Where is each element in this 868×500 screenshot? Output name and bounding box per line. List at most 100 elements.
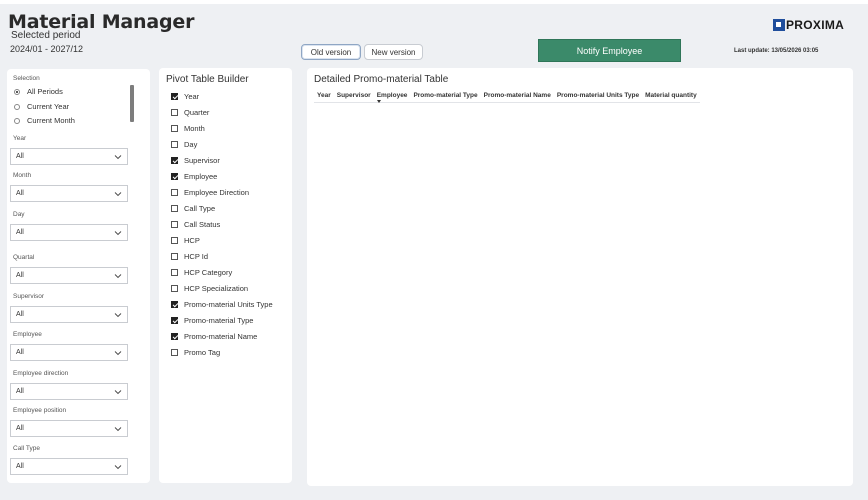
pivot-field-checkbox[interactable]: HCP Id <box>171 252 208 261</box>
old-version-button[interactable]: Old version <box>301 44 361 60</box>
checkbox-icon <box>171 125 178 132</box>
checkbox-icon <box>171 285 178 292</box>
column-header-label: Employee <box>376 92 408 99</box>
checkbox-checked-icon <box>171 93 178 100</box>
filter-label-quartal: Quartal <box>13 254 35 261</box>
pivot-field-checkbox[interactable]: Employee Direction <box>171 188 249 197</box>
radio-all-periods[interactable]: All Periods <box>14 87 63 96</box>
pivot-field-label: Quarter <box>184 108 210 117</box>
filter-label-employee-position: Employee position <box>13 407 67 414</box>
chevron-down-icon <box>114 313 122 318</box>
new-version-button[interactable]: New version <box>364 44 423 60</box>
filter-label-year: Year <box>13 135 27 142</box>
chevron-down-icon <box>114 155 122 160</box>
pivot-field-label: Employee <box>184 172 218 181</box>
radio-current-year[interactable]: Current Year <box>14 102 69 111</box>
checkbox-checked-icon <box>171 301 178 308</box>
filter-label-supervisor: Supervisor <box>13 293 45 300</box>
chevron-down-icon <box>114 390 122 395</box>
checkbox-icon <box>171 237 178 244</box>
column-header[interactable]: Promo-material Name <box>481 92 554 99</box>
pivot-field-checkbox[interactable]: Call Type <box>171 204 215 213</box>
pivot-field-label: Promo-material Type <box>184 316 254 325</box>
pivot-builder-panel: Pivot Table Builder Year Quarter Month Day S… <box>159 68 292 483</box>
column-header-label: Year <box>317 92 331 99</box>
column-header[interactable]: Employee <box>374 92 411 103</box>
checkbox-icon <box>171 349 178 356</box>
filters-panel: Selection All Periods Current Year Curre… <box>7 69 150 483</box>
column-header[interactable]: Material quantity <box>642 92 700 99</box>
filter-label-employee-direction: Employee direction <box>13 370 69 377</box>
pivot-field-label: HCP Category <box>184 268 233 277</box>
chevron-down-icon <box>114 231 122 236</box>
checkbox-icon <box>171 141 178 148</box>
checkbox-icon <box>171 109 178 116</box>
column-header[interactable]: Year <box>314 92 334 99</box>
pivot-field-checkbox[interactable]: Supervisor <box>171 156 220 165</box>
employee-position-dropdown[interactable]: All <box>10 420 128 437</box>
column-header[interactable]: Promo-material Type <box>410 92 480 99</box>
logo-text: PROXIMA <box>786 18 845 32</box>
pivot-field-label: HCP Specialization <box>184 284 249 293</box>
dropdown-value: All <box>16 388 24 395</box>
radio-icon <box>14 117 20 124</box>
pivot-field-checkbox[interactable]: Year <box>171 92 199 101</box>
radio-current-month[interactable]: Current Month <box>14 116 75 125</box>
employee-dropdown[interactable]: All <box>10 344 128 361</box>
pivot-field-label: Month <box>184 124 205 133</box>
checkbox-icon <box>171 269 178 276</box>
column-header[interactable]: Supervisor <box>334 92 374 99</box>
pivot-field-checkbox[interactable]: Quarter <box>171 108 209 117</box>
pivot-field-checkbox[interactable]: HCP Category <box>171 268 232 277</box>
notify-employee-button[interactable]: Notify Employee <box>538 39 681 62</box>
pivot-field-label: Supervisor <box>184 156 220 165</box>
call-type-dropdown[interactable]: All <box>10 458 128 475</box>
column-header[interactable]: Promo-material Units Type <box>554 92 642 99</box>
pivot-field-label: HCP <box>184 236 200 245</box>
year-dropdown[interactable]: All <box>10 148 128 165</box>
checkbox-checked-icon <box>171 333 178 340</box>
checkbox-checked-icon <box>171 317 178 324</box>
pivot-field-checkbox[interactable]: Month <box>171 124 205 133</box>
quartal-dropdown[interactable]: All <box>10 267 128 284</box>
pivot-field-checkbox[interactable]: Promo-material Name <box>171 332 257 341</box>
pivot-field-label: Promo-material Name <box>184 332 258 341</box>
employee-direction-dropdown[interactable]: All <box>10 383 128 400</box>
dropdown-value: All <box>16 272 24 279</box>
checkbox-icon <box>171 221 178 228</box>
dropdown-value: All <box>16 190 24 197</box>
sort-arrow-icon <box>376 100 381 103</box>
column-header-label: Supervisor <box>336 92 371 99</box>
radio-selected-icon <box>14 88 20 95</box>
selected-period-label: Selected period <box>11 30 81 41</box>
pivot-field-label: Year <box>184 92 200 101</box>
checkbox-icon <box>171 205 178 212</box>
column-header-label: Promo-material Name <box>483 92 551 99</box>
selection-scrollbar[interactable] <box>130 85 134 122</box>
pivot-field-checkbox[interactable]: Employee <box>171 172 217 181</box>
day-dropdown[interactable]: All <box>10 224 128 241</box>
pivot-field-checkbox[interactable]: Day <box>171 140 197 149</box>
dropdown-value: All <box>16 311 24 318</box>
pivot-field-checkbox[interactable]: Promo-material Type <box>171 316 253 325</box>
dropdown-value: All <box>16 153 24 160</box>
checkbox-checked-icon <box>171 157 178 164</box>
pivot-field-checkbox[interactable]: Promo-material Units Type <box>171 300 273 309</box>
radio-icon <box>14 103 20 110</box>
chevron-down-icon <box>114 465 122 470</box>
filter-label-day: Day <box>13 211 25 218</box>
pivot-field-checkbox[interactable]: Promo Tag <box>171 348 220 357</box>
proxima-logo: PROXIMA <box>773 15 844 35</box>
filter-label-call-type: Call Type <box>13 445 40 452</box>
checkbox-checked-icon <box>171 173 178 180</box>
table-title: Detailed Promo-material Table <box>314 74 449 85</box>
supervisor-dropdown[interactable]: All <box>10 306 128 323</box>
dropdown-value: All <box>16 463 24 470</box>
month-dropdown[interactable]: All <box>10 185 128 202</box>
pivot-field-label: Promo-material Units Type <box>184 300 273 309</box>
checkbox-icon <box>171 189 178 196</box>
pivot-field-checkbox[interactable]: HCP Specialization <box>171 284 248 293</box>
pivot-field-label: Call Type <box>184 204 216 213</box>
pivot-field-checkbox[interactable]: Call Status <box>171 220 220 229</box>
pivot-field-checkbox[interactable]: HCP <box>171 236 200 245</box>
